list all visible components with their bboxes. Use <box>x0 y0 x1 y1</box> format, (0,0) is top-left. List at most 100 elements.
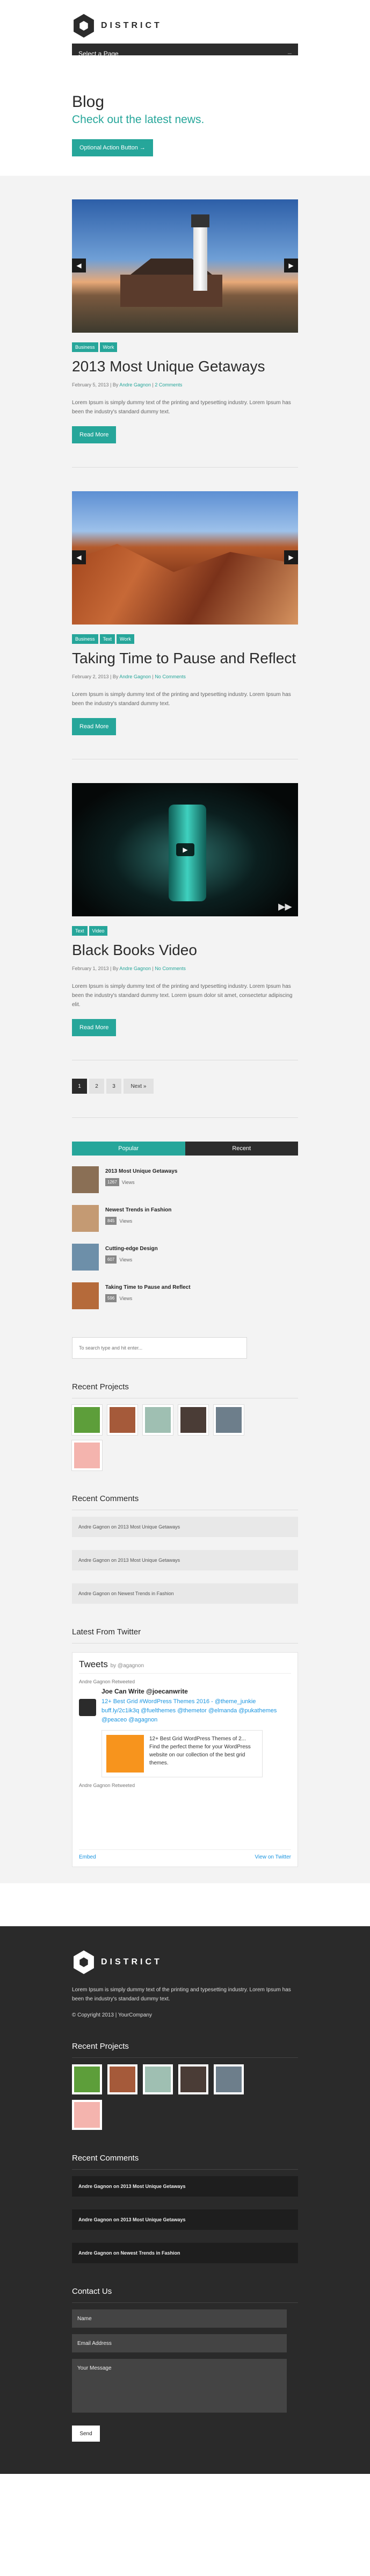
post-title[interactable]: Black Books Video <box>72 940 298 960</box>
read-more-button[interactable]: Read More <box>72 1019 117 1036</box>
sidebar-tabs: Popular Recent <box>72 1142 298 1156</box>
post-comments-link[interactable]: 2 Comments <box>155 382 182 388</box>
comment-link[interactable]: Andre Gagnon on 2013 Most Unique Getaway… <box>72 2176 298 2197</box>
send-button[interactable]: Send <box>72 2426 100 2442</box>
slider-prev-icon[interactable]: ◀ <box>72 550 86 564</box>
twitter-timeline[interactable]: Tweets by @agagnon Andre Gagnon Retweete… <box>72 1652 298 1867</box>
list-item[interactable]: Taking Time to Pause and Reflect 596 View… <box>72 1282 298 1312</box>
chevron-down-icon: ─ <box>287 51 292 57</box>
views-label: Views <box>121 1179 135 1185</box>
post-tag[interactable]: Video <box>89 926 108 936</box>
post-thumbnail[interactable] <box>72 1166 99 1193</box>
project-thumbnail[interactable] <box>107 1405 137 1435</box>
post-tag[interactable]: Work <box>117 634 134 644</box>
post-tag[interactable]: Text <box>72 926 88 936</box>
project-thumbnail[interactable] <box>107 2064 137 2094</box>
post-author-link[interactable]: Andre Gagnon <box>119 382 151 388</box>
message-field[interactable]: Your Message <box>72 2359 287 2413</box>
comment-link[interactable]: Andre Gagnon on 2013 Most Unique Getaway… <box>72 1550 298 1570</box>
project-thumbnail[interactable] <box>214 2064 244 2094</box>
play-icon[interactable]: ▶ <box>176 843 194 856</box>
slider-next-icon[interactable]: ▶ <box>284 550 298 564</box>
list-item-title[interactable]: 2013 Most Unique Getaways <box>105 1168 178 1174</box>
post-image-slider[interactable]: ◀ ▶ <box>72 199 298 333</box>
post-author-link[interactable]: Andre Gagnon <box>119 966 151 971</box>
tweet-card[interactable]: 12+ Best Grid WordPress Themes of 2... F… <box>101 1730 263 1777</box>
post-excerpt: Lorem Ipsum is simply dummy text of the … <box>72 400 291 415</box>
post-author-link[interactable]: Andre Gagnon <box>119 674 151 679</box>
post-thumbnail[interactable] <box>72 1244 99 1271</box>
tweet-author[interactable]: Joe Can Write @joecanwrite <box>101 1688 291 1695</box>
post-thumbnail[interactable] <box>72 1282 99 1309</box>
post-comments-link[interactable]: No Comments <box>155 966 186 971</box>
page-2-button[interactable]: 2 <box>89 1079 104 1094</box>
post-thumbnail[interactable] <box>72 1205 99 1232</box>
post-meta: February 2, 2013 | By Andre Gagnon | No … <box>72 674 186 679</box>
optional-action-button[interactable]: Optional Action Button → <box>72 139 153 156</box>
post-tag[interactable]: Text <box>99 634 115 644</box>
project-thumbnail[interactable] <box>143 2064 173 2094</box>
site-header: DISTRICT Select a Page ─ <box>0 0 370 64</box>
youtube-logo-icon[interactable]: ▶▶ <box>278 901 292 912</box>
slider-prev-icon[interactable]: ◀ <box>72 259 86 272</box>
views-label: Views <box>119 1218 133 1224</box>
comment-link[interactable]: Andre Gagnon on 2013 Most Unique Getaway… <box>72 1517 298 1537</box>
logo-icon <box>74 14 94 38</box>
page-1-button[interactable]: 1 <box>72 1079 87 1094</box>
lighthouse-shape <box>191 214 209 291</box>
page-3-button[interactable]: 3 <box>106 1079 121 1094</box>
twitter-embed-link[interactable]: Embed <box>79 1854 96 1860</box>
list-item[interactable]: Cutting-edge Design 607 Views <box>72 1244 298 1274</box>
next-page-button[interactable]: Next » <box>124 1079 154 1094</box>
list-item[interactable]: Newest Trends in Fashion 845 Views <box>72 1205 298 1235</box>
list-item-title[interactable]: Cutting-edge Design <box>105 1246 158 1252</box>
tab-popular[interactable]: Popular <box>72 1142 185 1156</box>
post-date: February 5, 2013 <box>72 382 109 388</box>
post-title[interactable]: Taking Time to Pause and Reflect <box>72 648 298 669</box>
tweet-text[interactable]: 12+ Best Grid #WordPress Themes 2016 - @… <box>101 1697 291 1725</box>
post-comments-link[interactable]: No Comments <box>155 674 186 679</box>
tab-recent[interactable]: Recent <box>185 1142 298 1156</box>
list-item[interactable]: 2013 Most Unique Getaways 1267 Views <box>72 1166 298 1196</box>
project-thumbnail[interactable] <box>72 2100 102 2130</box>
post-tag[interactable]: Business <box>72 634 98 644</box>
copyright: © Copyright 2013 | YourCompany <box>72 2012 152 2018</box>
twitter-view-link[interactable]: View on Twitter <box>255 1854 291 1860</box>
name-field[interactable]: Name <box>72 2309 287 2328</box>
email-field[interactable]: Email Address <box>72 2334 287 2352</box>
retweet-label: Andre Gagnon Retweeted <box>79 1679 135 1684</box>
comment-link[interactable]: Andre Gagnon on Newest Trends in Fashion <box>72 2243 298 2263</box>
list-item-title[interactable]: Newest Trends in Fashion <box>105 1207 171 1213</box>
post-video[interactable]: ▶ ▶▶ <box>72 783 298 916</box>
blog-post: ◀ ▶ Business Work 2013 Most Unique Getaw… <box>72 199 298 468</box>
post-tag[interactable]: Work <box>99 342 118 352</box>
logo[interactable]: DISTRICT <box>72 12 298 39</box>
comment-link[interactable]: Andre Gagnon on Newest Trends in Fashion <box>72 1583 298 1604</box>
project-thumbnail[interactable] <box>72 1405 102 1435</box>
page-banner: Blog Check out the latest news. Optional… <box>0 55 370 176</box>
avatar[interactable] <box>79 1699 96 1716</box>
post-tag[interactable]: Business <box>72 342 98 352</box>
views-label: Views <box>119 1257 133 1262</box>
project-thumbnail[interactable] <box>72 2064 102 2094</box>
search-input[interactable] <box>72 1337 247 1359</box>
post-image-slider[interactable]: ◀ ▶ <box>72 491 298 625</box>
project-thumbnail[interactable] <box>143 1405 173 1435</box>
read-more-button[interactable]: Read More <box>72 718 117 735</box>
project-thumbnail[interactable] <box>72 1440 102 1470</box>
project-thumbnail[interactable] <box>214 1405 244 1435</box>
comment-link[interactable]: Andre Gagnon on 2013 Most Unique Getaway… <box>72 2209 298 2230</box>
project-thumbnail[interactable] <box>178 1405 208 1435</box>
list-item-title[interactable]: Taking Time to Pause and Reflect <box>105 1285 191 1290</box>
post-date: February 2, 2013 <box>72 674 109 679</box>
post-excerpt: Lorem Ipsum is simply dummy text of the … <box>72 984 293 1008</box>
post-title[interactable]: 2013 Most Unique Getaways <box>72 356 298 377</box>
footer-logo[interactable]: DISTRICT <box>72 1949 298 1976</box>
slider-next-icon[interactable]: ▶ <box>284 259 298 272</box>
twitter-head-by[interactable]: by @agagnon <box>111 1663 144 1669</box>
read-more-button[interactable]: Read More <box>72 426 117 443</box>
project-thumbnail[interactable] <box>178 2064 208 2094</box>
widget-title: Recent Projects <box>72 2042 298 2058</box>
popular-posts-list: 2013 Most Unique Getaways 1267 Views Newe… <box>72 1156 298 1312</box>
footer-about: Lorem Ipsum is simply dummy text of the … <box>72 1987 291 2002</box>
